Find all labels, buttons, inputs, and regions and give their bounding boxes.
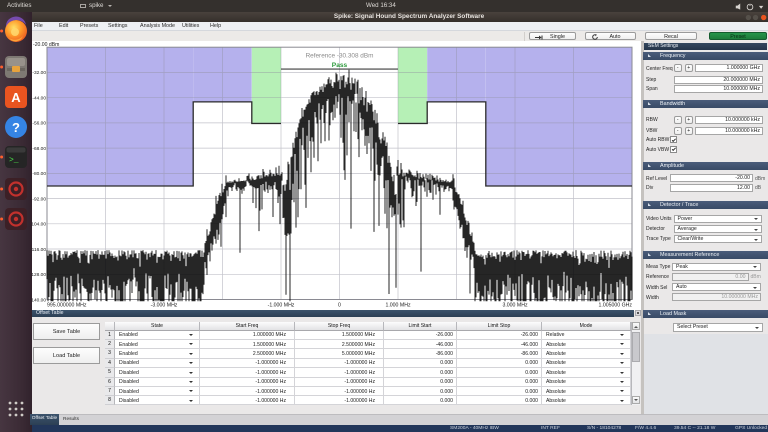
svg-text:A: A	[11, 90, 21, 105]
svg-text:-116.00: -116.00	[32, 247, 46, 253]
svg-text:?: ?	[12, 120, 20, 135]
svg-text:-68.00: -68.00	[32, 146, 46, 152]
svg-text:-20.00 dBm: -20.00 dBm	[33, 42, 59, 48]
svg-text:995.000000 MHz: 995.000000 MHz	[47, 303, 87, 309]
svg-text:1.000 MHz: 1.000 MHz	[385, 303, 410, 309]
svg-text:0: 0	[338, 303, 341, 309]
svg-text:-140.00: -140.00	[32, 297, 46, 303]
svg-text:-80.00: -80.00	[32, 171, 46, 177]
svg-text:-3.000 MHz: -3.000 MHz	[151, 303, 178, 309]
svg-text:3.000 MHz: 3.000 MHz	[502, 303, 527, 309]
svg-text:-32.00: -32.00	[32, 70, 46, 76]
svg-text:>_: >_	[9, 156, 19, 165]
svg-text:Pass: Pass	[332, 62, 348, 69]
svg-text:-56.00: -56.00	[32, 121, 46, 127]
svg-text:-128.00: -128.00	[32, 272, 46, 278]
svg-text:1.005000 GHz: 1.005000 GHz	[599, 303, 633, 309]
svg-text:Reference -30.308 dBm: Reference -30.308 dBm	[306, 52, 374, 59]
svg-text:-44.00: -44.00	[32, 96, 46, 102]
svg-text:-92.00: -92.00	[32, 196, 46, 202]
svg-text:-104.00: -104.00	[32, 222, 46, 228]
svg-text:-1.000 MHz: -1.000 MHz	[268, 303, 295, 309]
